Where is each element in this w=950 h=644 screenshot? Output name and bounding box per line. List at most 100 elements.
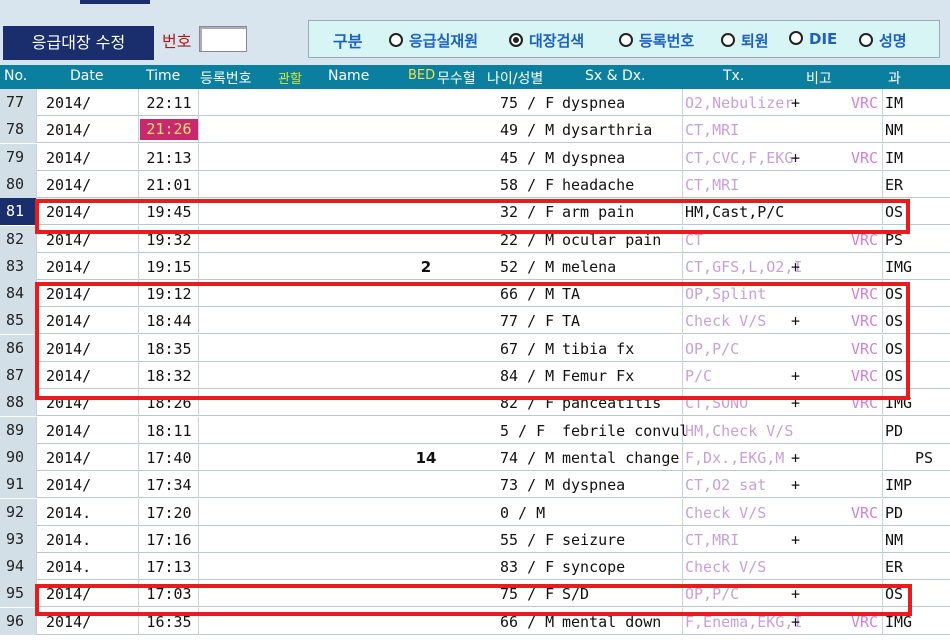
col-no[interactable]: No. <box>4 68 27 84</box>
cell-dept: PD <box>885 421 904 440</box>
col-divider <box>36 170 37 198</box>
col-age-sex[interactable]: 나이/성별 <box>487 68 543 88</box>
cell-dept: PD <box>885 503 904 522</box>
table-row[interactable]: 96 2014/16:35 66 / M mental down F,Enema,EKG… <box>0 607 950 635</box>
cell-tx: CT,MRI <box>685 530 740 549</box>
cell-dept: OS <box>885 285 904 304</box>
cell-date: 2014/ <box>46 421 92 440</box>
cell-sx-dx: seizure <box>562 530 626 549</box>
col-divider <box>198 334 199 362</box>
table-row[interactable]: 87 2014/18:32 84 / M Femur Fx P/C + VRC OS <box>0 362 950 389</box>
radio-icon <box>721 33 735 47</box>
radio-er-inpatient[interactable]: 응급실재원 <box>389 30 478 50</box>
cell-age-sex: 84 / M <box>500 367 555 385</box>
cell-sx-dx: panceatitis <box>562 394 662 413</box>
table-row[interactable]: 83 2014/19:15 2 52 / M melena CT,GFS,L,O2,I + I… <box>0 252 950 280</box>
cell-no: 87 <box>0 362 36 389</box>
table-row[interactable]: 95 2014/17:03 75 / F S/D OP,P/C + OS <box>0 580 950 608</box>
col-divider <box>198 553 199 581</box>
col-divider <box>36 280 37 308</box>
radio-name[interactable]: 성명 <box>859 30 907 50</box>
table-row[interactable]: 84 2014/19:12 66 / M TA OP,Splint VRC OS <box>0 280 950 308</box>
col-divider <box>682 525 683 553</box>
cell-time: 17:03 <box>146 585 192 604</box>
radio-discharge[interactable]: 퇴원 <box>721 30 769 50</box>
cell-date: 2014/ <box>46 476 92 495</box>
col-divider <box>882 498 883 526</box>
col-dept[interactable]: 과 <box>888 68 901 88</box>
col-divider <box>882 443 883 471</box>
search-type-label: 구분 <box>333 32 363 51</box>
col-divider <box>882 471 883 499</box>
col-no-transfusion[interactable]: 무수혈 <box>437 68 476 88</box>
table-row[interactable]: 86 2014/18:35 67 / M tibia fx OP,P/C VRC OS <box>0 334 950 362</box>
cell-no: 92 <box>0 498 36 526</box>
col-divider <box>882 362 883 389</box>
table-row[interactable]: 85 2014/18:44 77 / F TA Check V/S + VRC OS <box>0 307 950 335</box>
cell-date: 2014/ <box>46 394 92 413</box>
cell-age-sex: 73 / M <box>500 476 555 495</box>
number-input[interactable] <box>199 26 247 52</box>
col-name[interactable]: Name <box>328 68 369 84</box>
col-divider <box>138 252 139 280</box>
table-row[interactable]: 94 2014. 17:13 83 / F syncope Check V/S ER <box>0 553 950 581</box>
cell-no: 80 <box>0 170 36 198</box>
table-row[interactable]: 78 2014/21:26 49 / M dysarthria CT,MRI NM <box>0 116 950 144</box>
table-row[interactable]: 80 2014/21:01 58 / F headache CT,MRI ER <box>0 170 950 198</box>
col-divider <box>138 553 139 581</box>
cell-date: 2014/ <box>46 121 92 140</box>
radio-icon <box>789 31 803 45</box>
table-row[interactable]: 90 2014/17:40 14 74 / M mental change F,Dx.,E… <box>0 443 950 471</box>
table-row[interactable]: 92 2014. 17:20 0 / M Check V/S VRC PD <box>0 498 950 526</box>
col-reg-number[interactable]: 등록번호 <box>200 68 252 88</box>
col-date[interactable]: Date <box>70 68 103 84</box>
cell-tx: F,Dx.,EKG,M <box>685 448 785 467</box>
cell-dept: IMP <box>885 476 913 495</box>
col-divider <box>682 389 683 417</box>
radio-die[interactable]: DIE <box>789 30 837 50</box>
cell-no: 88 <box>0 389 36 417</box>
col-bed[interactable]: BED <box>408 68 435 83</box>
table-row[interactable]: 81 2014/19:45 32 / F arm pain HM,Cast,P/C OS <box>0 198 950 226</box>
cell-tx: F,Enema,EKG,I <box>685 612 803 631</box>
table-row[interactable]: 82 2014/19:32 22 / M ocular pain CT VRC PS <box>0 225 950 253</box>
cell-no: 81 <box>0 198 36 226</box>
cell-sx-dx: TA <box>562 285 581 304</box>
col-divider <box>682 334 683 362</box>
radio-reg-number[interactable]: 등록번호 <box>619 30 694 50</box>
cell-date: 2014/ <box>46 585 92 604</box>
title-tab-strip <box>80 0 150 4</box>
col-note[interactable]: 비고 <box>806 68 832 88</box>
col-tx[interactable]: Tx. <box>723 68 744 84</box>
cell-vrc: VRC <box>851 148 879 167</box>
cell-tx: HM,Cast,P/C <box>685 203 785 222</box>
col-divider <box>138 443 139 471</box>
col-sx-dx[interactable]: Sx & Dx. <box>585 68 646 84</box>
table-row[interactable]: 93 2014. 17:16 55 / F seizure CT,MRI + NM <box>0 525 950 553</box>
cell-plus: + <box>791 148 801 167</box>
col-divider <box>882 334 883 362</box>
search-type-group: 구분 응급실재원 대장검색 등록번호 퇴원 DIE 성명 <box>308 20 940 58</box>
col-divider <box>36 443 37 471</box>
form-title-button[interactable]: 응급대장 수정 <box>3 26 154 60</box>
cell-vrc: VRC <box>851 503 879 522</box>
col-divider <box>36 389 37 417</box>
table-row[interactable]: 79 2014/21:13 45 / M dyspnea CT,CVC,F,EKG + VR… <box>0 143 950 171</box>
cell-no: 77 <box>0 89 36 116</box>
table-row[interactable]: 89 2014/18:11 5 / F febrile convul HM,Check … <box>0 416 950 444</box>
table-row[interactable]: 88 2014/18:26 82 / F panceatitis CT,SONO + VRC… <box>0 389 950 417</box>
grid-header: No. Date Time 등록번호 관할 Name BED 무수혈 나이/성별… <box>0 65 950 89</box>
cell-dept: OS <box>885 367 904 385</box>
col-divider <box>198 252 199 280</box>
col-time[interactable]: Time <box>146 68 180 84</box>
col-divider <box>882 580 883 608</box>
cell-time: 18:11 <box>146 421 192 440</box>
table-row[interactable]: 91 2014/17:34 73 / M dyspnea CT,O2 sat + IMP <box>0 471 950 499</box>
col-dept-watch[interactable]: 관할 <box>278 68 302 87</box>
col-divider <box>882 416 883 444</box>
cell-extra-dept: PS <box>915 448 934 467</box>
table-row[interactable]: 77 2014/22:11 75 / F dyspnea O2,Nebulizer + VR… <box>0 89 950 116</box>
radio-ledger-search[interactable]: 대장검색 <box>509 30 584 50</box>
col-divider <box>198 416 199 444</box>
cell-age-sex: 22 / M <box>500 230 555 249</box>
